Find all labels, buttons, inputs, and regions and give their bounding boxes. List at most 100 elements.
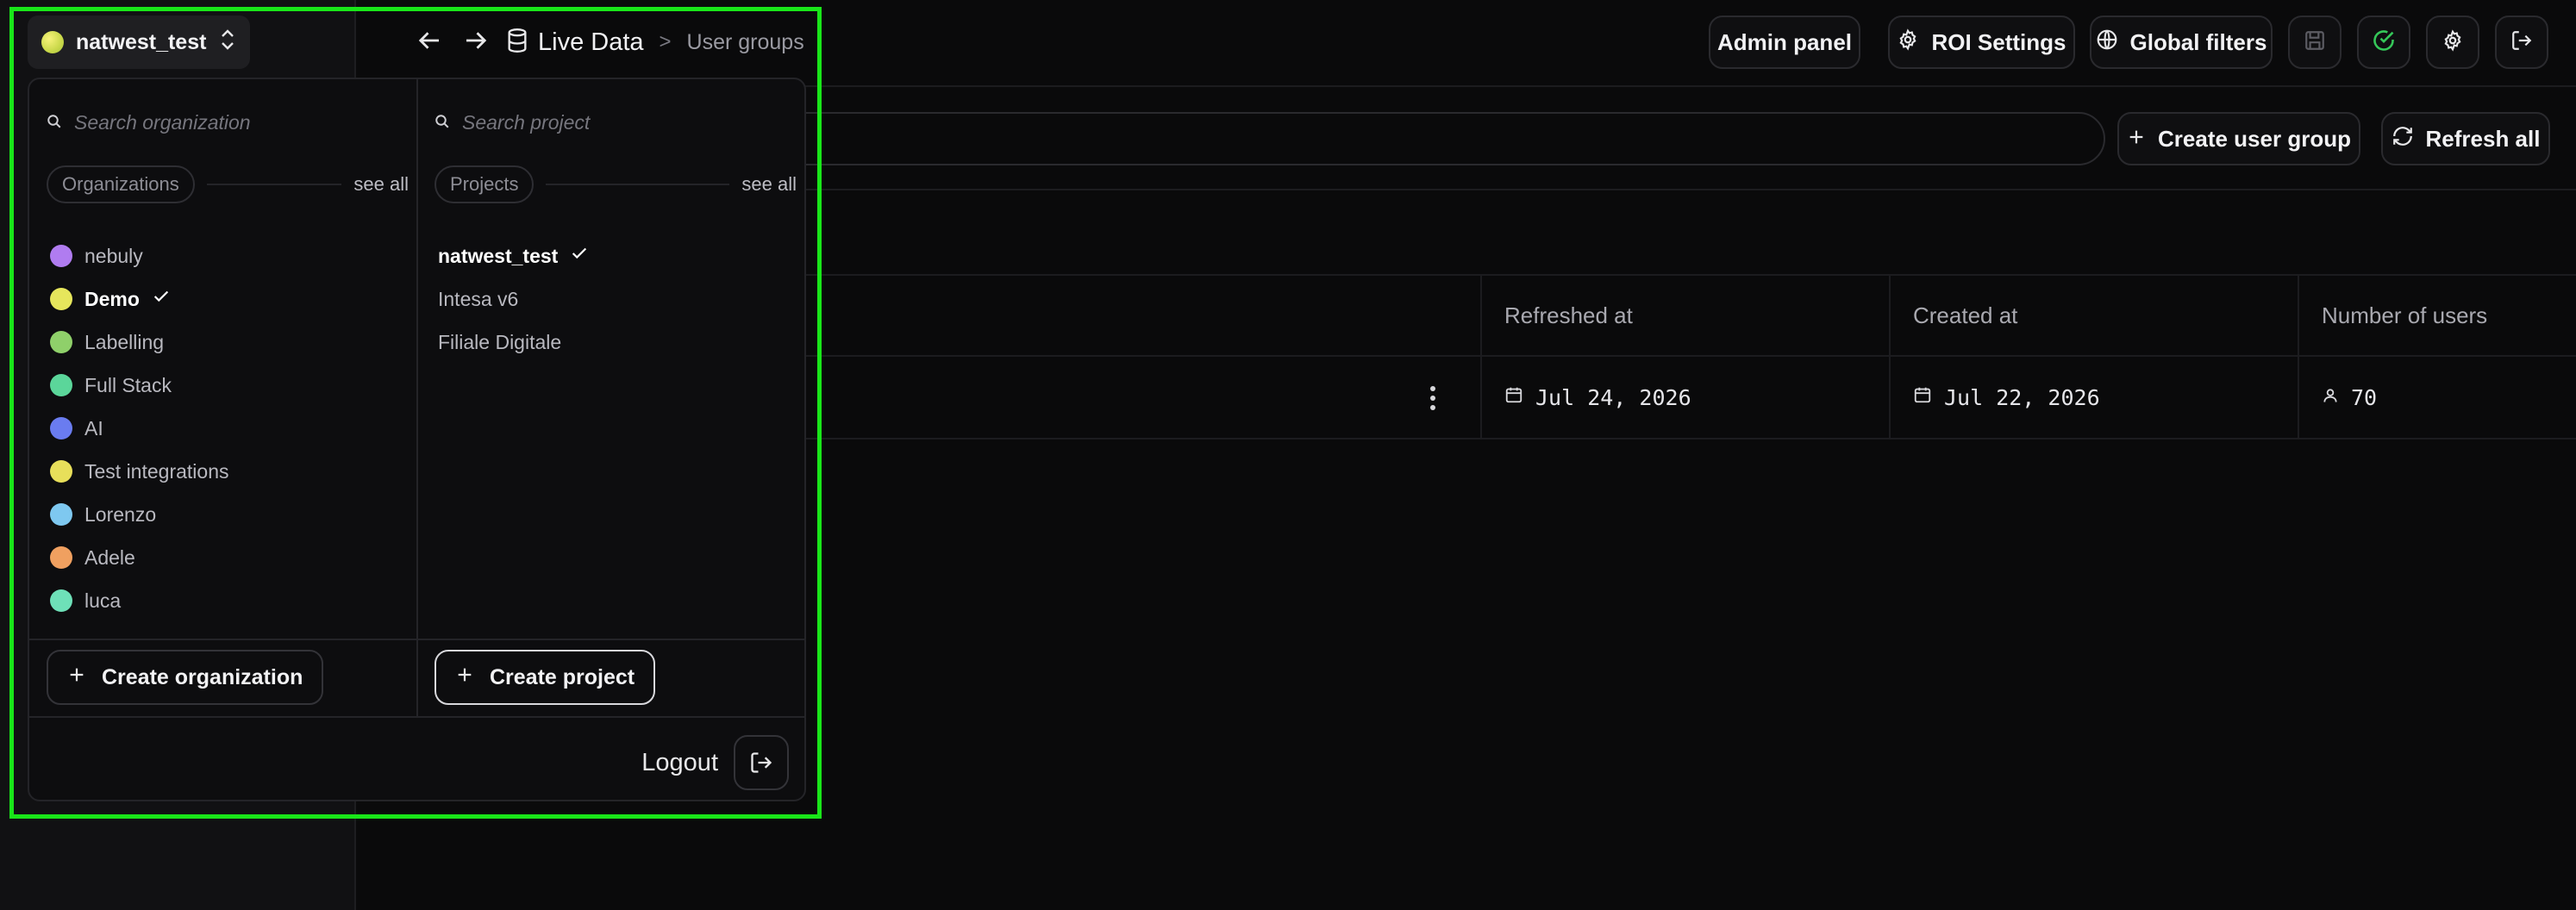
global-filters-label: Global filters	[2129, 28, 2267, 55]
roi-settings-label: ROI Settings	[1931, 28, 2066, 55]
org-item-label: Labelling	[84, 330, 165, 353]
org-avatar-icon	[41, 31, 64, 53]
refresh-all-label: Refresh all	[2425, 125, 2541, 152]
save-icon	[2304, 29, 2326, 56]
plus-icon	[67, 665, 86, 690]
project-see-all-link[interactable]: see all	[741, 173, 797, 196]
plus-icon	[2127, 126, 2146, 153]
org-avatar-icon	[50, 589, 72, 612]
global-filters-button[interactable]: Global filters	[2090, 16, 2273, 69]
database-icon	[505, 27, 529, 59]
back-arrow-icon[interactable]	[416, 28, 445, 58]
forward-arrow-icon[interactable]	[460, 28, 490, 58]
org-avatar-icon	[50, 417, 72, 439]
project-item-label: Intesa v6	[438, 287, 519, 310]
organizations-chip: Organizations	[47, 165, 195, 203]
admin-panel-label: Admin panel	[1716, 28, 1852, 55]
org-avatar-icon	[50, 503, 72, 526]
logout-button[interactable]: Logout	[641, 734, 789, 791]
org-avatar-icon	[50, 374, 72, 396]
breadcrumb-root[interactable]: Live Data	[538, 28, 644, 57]
column-divider	[416, 79, 418, 718]
org-see-all-link[interactable]: see all	[353, 173, 409, 196]
column-header-label: Refreshed at	[1504, 302, 1633, 328]
globe-icon	[2096, 28, 2118, 57]
search-icon	[435, 111, 450, 134]
create-project-button[interactable]: Create project	[435, 650, 656, 705]
org-avatar-icon	[50, 288, 72, 310]
project-search[interactable]	[435, 105, 738, 140]
org-item-test-integrations[interactable]: Test integrations	[50, 453, 228, 489]
org-item-full-stack[interactable]: Full Stack	[50, 367, 172, 403]
breadcrumb-current: User groups	[686, 29, 804, 54]
row-menu-button[interactable]	[1428, 381, 1438, 415]
project-item-intesa-v6[interactable]: Intesa v6	[438, 281, 518, 317]
logout-label: Logout	[641, 748, 718, 776]
more-vertical-icon	[1428, 386, 1438, 419]
org-item-ai[interactable]: AI	[50, 410, 103, 446]
cell-number-of-users: 70	[2298, 357, 2576, 438]
org-item-labelling[interactable]: Labelling	[50, 324, 164, 360]
footer-divider	[29, 639, 804, 640]
projects-chip: Projects	[435, 165, 535, 203]
logout-divider	[29, 716, 804, 718]
org-item-label: AI	[84, 416, 103, 439]
project-section-header: Projects see all	[435, 165, 797, 203]
org-item-adele[interactable]: Adele	[50, 539, 135, 576]
column-header-number-of-users[interactable]: Number of users	[2298, 276, 2576, 355]
create-project-label: Create project	[490, 664, 635, 689]
section-rule	[206, 184, 342, 185]
save-button[interactable]	[2288, 16, 2342, 69]
gear-icon	[1897, 28, 1919, 57]
status-ok-button[interactable]	[2357, 16, 2410, 69]
plus-icon	[455, 665, 474, 690]
org-search[interactable]	[47, 105, 350, 140]
org-item-label: Test integrations	[84, 459, 229, 483]
check-icon	[570, 244, 589, 268]
project-search-input[interactable]	[462, 110, 738, 134]
current-org-label: natwest_test	[76, 29, 207, 54]
gear-icon	[2442, 28, 2464, 56]
org-switcher-button[interactable]: natwest_test	[28, 16, 250, 69]
sign-out-button[interactable]	[2495, 16, 2548, 69]
org-avatar-icon	[50, 460, 72, 483]
sign-out-icon	[2510, 29, 2533, 56]
check-icon	[152, 287, 171, 311]
project-item-filiale-digitale[interactable]: Filiale Digitale	[438, 324, 561, 360]
settings-button[interactable]	[2426, 16, 2479, 69]
org-project-dropdown: Organizations see all nebuly Demo Labell…	[28, 78, 806, 801]
org-avatar-icon	[50, 546, 72, 569]
create-organization-label: Create organization	[102, 664, 303, 689]
refresh-icon	[2392, 125, 2414, 153]
org-item-luca[interactable]: luca	[50, 583, 121, 619]
admin-panel-button[interactable]: Admin panel	[1709, 16, 1860, 69]
create-user-group-label: Create user group	[2158, 125, 2351, 152]
calendar-icon	[1913, 385, 1932, 410]
column-header-label: Created at	[1913, 302, 2018, 328]
org-item-lorenzo[interactable]: Lorenzo	[50, 496, 156, 533]
breadcrumb: Live Data > User groups	[416, 21, 804, 64]
create-user-group-button[interactable]: Create user group	[2117, 112, 2360, 165]
org-item-label: Demo	[84, 287, 140, 310]
org-item-label: Adele	[84, 545, 135, 569]
project-item-natwest-test[interactable]: natwest_test	[438, 238, 589, 274]
sign-out-icon	[734, 735, 789, 790]
search-icon	[47, 111, 62, 134]
column-header-created-at[interactable]: Created at	[1889, 276, 2298, 355]
org-section-header: Organizations see all	[47, 165, 409, 203]
column-header-refreshed-at[interactable]: Refreshed at	[1480, 276, 1889, 355]
org-item-label: luca	[84, 589, 122, 612]
org-search-input[interactable]	[74, 110, 350, 134]
refresh-all-button[interactable]: Refresh all	[2381, 112, 2550, 165]
org-item-label: Full Stack	[84, 373, 172, 396]
roi-settings-button[interactable]: ROI Settings	[1888, 16, 2075, 69]
column-header-label: Number of users	[2322, 302, 2488, 328]
users-count-value: 70	[2351, 384, 2378, 410]
org-avatar-icon	[50, 331, 72, 353]
create-organization-button[interactable]: Create organization	[47, 650, 324, 705]
breadcrumb-separator: >	[659, 30, 672, 53]
org-item-nebuly[interactable]: nebuly	[50, 238, 143, 274]
cell-refreshed-at: Jul 24, 2026	[1480, 357, 1889, 438]
org-item-demo[interactable]: Demo	[50, 281, 171, 317]
org-item-label: nebuly	[84, 244, 143, 267]
